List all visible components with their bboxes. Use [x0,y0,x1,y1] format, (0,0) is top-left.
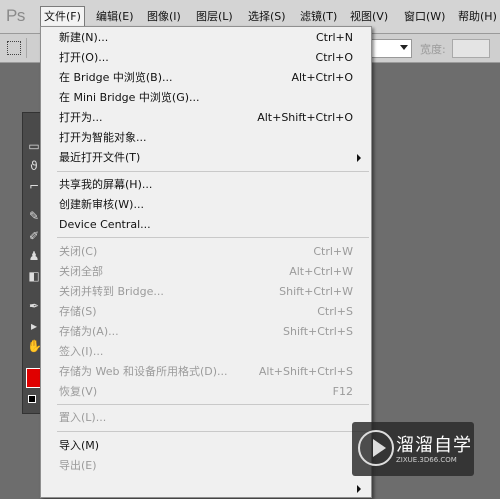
menu-item-open-smart-object[interactable]: 打开为智能对象... [41,128,371,148]
eraser-tool-icon[interactable]: ◧ [27,269,41,283]
menu-item-close-go-bridge[interactable]: 关闭并转到 Bridge... Shift+Ctrl+W [41,282,371,302]
menu-separator [57,237,369,238]
pen-tool-icon[interactable]: ✒ [27,299,41,313]
rectangular-marquee-icon[interactable] [7,41,21,55]
hand-tool-icon[interactable]: ✋ [27,339,42,353]
chevron-down-icon [400,45,408,50]
watermark-url: ZIXUE.3D66.COM [396,456,457,464]
menu-select[interactable]: 选择(S) [248,8,286,24]
play-logo-icon [358,430,394,466]
lasso-tool-icon[interactable]: ϑ [27,159,41,173]
menu-separator [57,404,369,405]
menu-filter[interactable]: 滤镜(T) [300,8,337,24]
menu-separator [57,171,369,172]
menu-view[interactable]: 视图(V) [350,8,388,24]
menu-item-export[interactable]: 导出(E) [41,456,371,476]
menu-item-recent-files[interactable]: 最近打开文件(T) [41,148,371,168]
default-colors-icon[interactable] [28,395,36,403]
menu-item-save[interactable]: 存储(S) Ctrl+S [41,302,371,322]
file-menu-dropdown: 新建(N)... Ctrl+N 打开(O)... Ctrl+O 在 Bridge 中… [40,26,372,498]
menu-item-open-as[interactable]: 打开为... Alt+Shift+Ctrl+O [41,108,371,128]
path-select-tool-icon[interactable]: ▸ [27,319,41,333]
menu-layer[interactable]: 图层(L) [196,8,233,24]
menu-edit[interactable]: 编辑(E) [96,8,134,24]
menu-item-device-central[interactable]: Device Central... [41,215,371,235]
menu-image[interactable]: 图像(I) [147,8,181,24]
marquee-tool-icon[interactable]: ▭ [27,139,41,153]
menu-item-import[interactable]: 导入(M) [41,436,371,456]
width-input[interactable] [452,39,490,58]
submenu-arrow-icon [357,485,361,493]
menu-help[interactable]: 帮助(H) [458,8,497,24]
menu-item-share-screen[interactable]: 共享我的屏幕(H)... [41,175,371,195]
menu-item-browse-mini-bridge[interactable]: 在 Mini Bridge 中浏览(G)... [41,88,371,108]
menu-window[interactable]: 窗口(W) [404,8,445,24]
width-label: 宽度: [420,43,446,56]
stamp-tool-icon[interactable]: ♟ [27,249,41,263]
menu-item-check-in[interactable]: 签入(I)... [41,342,371,362]
watermark-title: 溜溜自学 [396,435,472,456]
brush-tool-icon[interactable]: ✐ [27,229,41,243]
play-icon [373,439,386,457]
menu-item-close-all[interactable]: 关闭全部 Alt+Ctrl+W [41,262,371,282]
crop-tool-icon[interactable]: ⌐ [27,179,41,193]
menu-item-new[interactable]: 新建(N)... Ctrl+N [41,28,371,48]
options-divider [26,38,27,58]
watermark: 溜溜自学 ZIXUE.3D66.COM [352,422,474,476]
menu-item-save-as[interactable]: 存储为(A)... Shift+Ctrl+S [41,322,371,342]
eyedropper-tool-icon[interactable]: ✎ [27,209,41,223]
menu-item-open[interactable]: 打开(O)... Ctrl+O [41,48,371,68]
menu-file[interactable]: 文件(F) [40,6,85,27]
menu-item-place[interactable]: 置入(L)... [41,408,371,428]
menu-item-save-for-web[interactable]: 存储为 Web 和设备所用格式(D)... Alt+Shift+Ctrl+S [41,362,371,382]
menu-item-revert[interactable]: 恢复(V) F12 [41,382,371,402]
photoshop-logo: Ps [6,6,25,25]
menu-item-close[interactable]: 关闭(C) Ctrl+W [41,242,371,262]
menu-separator [57,431,369,432]
menu-item-browse-bridge[interactable]: 在 Bridge 中浏览(B)... Alt+Ctrl+O [41,68,371,88]
submenu-arrow-icon [357,154,361,162]
menu-item-partial[interactable] [41,479,371,499]
menu-item-create-review[interactable]: 创建新审核(W)... [41,195,371,215]
